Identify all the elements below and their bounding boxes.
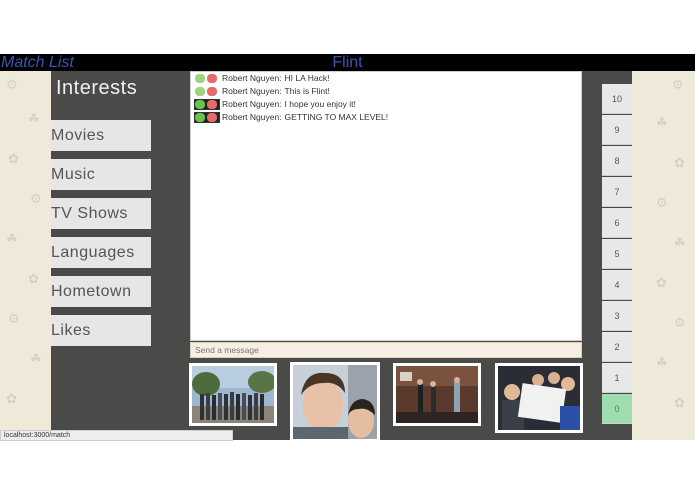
- doodle-icon: ⚙: [8, 311, 20, 326]
- level-tick-5[interactable]: 5: [602, 239, 632, 269]
- match-photo-group[interactable]: [189, 363, 277, 426]
- doodle-icon: ⚙: [6, 77, 18, 92]
- message-sender: Robert Nguyen:: [222, 86, 282, 96]
- interest-languages-button[interactable]: Languages: [51, 237, 151, 268]
- level-tick-8[interactable]: 8: [602, 146, 632, 176]
- status-dots-icon: [195, 74, 219, 84]
- message-text: This is Flint!: [284, 86, 330, 96]
- match-photo-band[interactable]: [393, 363, 481, 426]
- app-title: Flint: [332, 54, 363, 71]
- doodle-icon: ☘: [28, 111, 40, 126]
- wallpaper-right: ⚙ ☘ ✿ ⚙ ☘ ✿ ⚙ ☘ ✿: [632, 71, 695, 440]
- status-dots-icon: [194, 99, 220, 111]
- match-photo-selfie[interactable]: [290, 362, 380, 442]
- message-text: I hope you enjoy it!: [284, 99, 356, 109]
- band-photo-image: [396, 366, 478, 423]
- message-sender: Robert Nguyen:: [222, 112, 282, 122]
- message-text: HI LA Hack!: [284, 73, 330, 83]
- browser-status-bar: localhost:3000/match: [0, 430, 233, 441]
- level-tick-0[interactable]: 0: [602, 394, 632, 424]
- interest-tv-shows-button[interactable]: TV Shows: [51, 198, 151, 229]
- message-sender: Robert Nguyen:: [222, 99, 282, 109]
- level-tick-7[interactable]: 7: [602, 177, 632, 207]
- level-tick-10[interactable]: 10: [602, 84, 632, 114]
- doodle-icon: ☘: [656, 355, 668, 370]
- chat-message: Robert Nguyen: GETTING TO MAX LEVEL!: [194, 111, 389, 124]
- message-input[interactable]: [190, 342, 582, 358]
- doodle-icon: ✿: [28, 271, 39, 286]
- doodle-icon: ✿: [674, 395, 685, 410]
- interests-heading: Interests: [56, 77, 138, 99]
- doodle-icon: ⚙: [672, 77, 684, 92]
- doodle-icon: ☘: [674, 235, 686, 250]
- chat-message: Robert Nguyen: I hope you enjoy it!: [194, 98, 356, 111]
- doodle-icon: ⚙: [30, 191, 42, 206]
- level-tick-4[interactable]: 4: [602, 270, 632, 300]
- wallpaper-left: ⚙ ☘ ✿ ⚙ ☘ ✿ ⚙ ☘ ✿: [0, 71, 51, 440]
- doodle-icon: ✿: [674, 155, 685, 170]
- doodle-icon: ⚙: [674, 315, 686, 330]
- level-tick-9[interactable]: 9: [602, 115, 632, 145]
- level-tick-3[interactable]: 3: [602, 301, 632, 331]
- level-tick-1[interactable]: 1: [602, 363, 632, 393]
- status-dots-icon: [194, 112, 220, 124]
- level-tick-2[interactable]: 2: [602, 332, 632, 362]
- interest-hometown-button[interactable]: Hometown: [51, 276, 151, 307]
- doodle-icon: ✿: [6, 391, 17, 406]
- interest-movies-button[interactable]: Movies: [51, 120, 151, 151]
- interest-likes-button[interactable]: Likes: [51, 315, 151, 346]
- chat-message: Robert Nguyen: HI LA Hack!: [195, 72, 329, 84]
- message-text: GETTING TO MAX LEVEL!: [284, 112, 389, 122]
- group-photo-image: [192, 366, 274, 423]
- doodle-icon: ⚙: [656, 195, 668, 210]
- doodle-icon: ☘: [30, 351, 42, 366]
- selfie-photo-image: [293, 365, 377, 439]
- message-sender: Robert Nguyen:: [222, 73, 282, 83]
- chat-message: Robert Nguyen: This is Flint!: [195, 85, 330, 97]
- interest-music-button[interactable]: Music: [51, 159, 151, 190]
- top-whitespace: [0, 0, 695, 54]
- doodle-icon: ✿: [8, 151, 19, 166]
- doodle-icon: ✿: [656, 275, 667, 290]
- match-photo-sign[interactable]: [495, 363, 583, 433]
- chat-log[interactable]: Robert Nguyen: HI LA Hack! Robert Nguyen:…: [190, 71, 582, 341]
- level-tick-6[interactable]: 6: [602, 208, 632, 238]
- sign-photo-image: [498, 366, 580, 430]
- doodle-icon: ☘: [6, 231, 18, 246]
- status-dots-icon: [195, 87, 219, 97]
- doodle-icon: ☘: [656, 115, 668, 130]
